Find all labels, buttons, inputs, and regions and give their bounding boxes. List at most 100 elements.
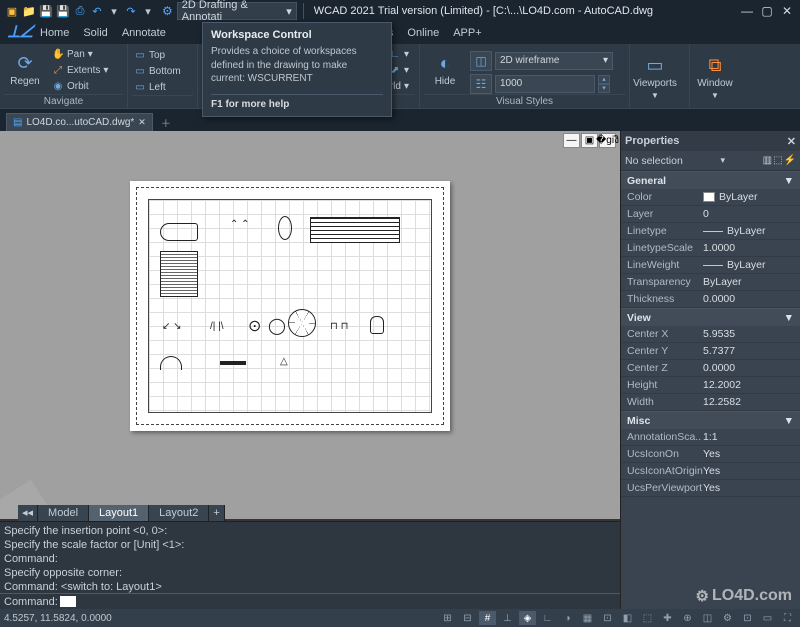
viewports-button[interactable]: ▭ Viewports ▼ bbox=[634, 46, 676, 108]
sink-symbol: ⊙ bbox=[248, 316, 261, 336]
coordinates-readout: 4.5257, 11.5824, 0.0000 bbox=[4, 613, 112, 624]
workspace-dropdown[interactable]: 2D Drafting & Annotati ▾ bbox=[177, 2, 297, 20]
status-btn[interactable]: # bbox=[479, 611, 496, 625]
layout-add[interactable]: + bbox=[209, 505, 224, 521]
status-btn[interactable]: ⊡ bbox=[599, 611, 616, 625]
bottom-icon: ▭ bbox=[134, 66, 146, 77]
app-logo-icon[interactable]: ⟂∠ bbox=[8, 22, 32, 42]
gear-icon: ⚙ bbox=[696, 587, 709, 605]
doc-window-controls: — ▣ �giงิ bbox=[563, 133, 616, 148]
regen-button[interactable]: ⟳ Regen bbox=[4, 46, 46, 94]
vs-value-field[interactable]: 1000 bbox=[495, 75, 595, 93]
open-icon[interactable]: 📁 bbox=[21, 3, 37, 19]
section-general[interactable]: General▼ bbox=[621, 171, 800, 189]
tooltip-help: F1 for more help bbox=[211, 94, 383, 110]
minimize-button[interactable]: — bbox=[738, 3, 756, 19]
visual-style-dropdown[interactable]: 2D wireframe▾ bbox=[495, 52, 613, 70]
close-tab-icon[interactable]: ✕ bbox=[138, 117, 146, 128]
pick-icon[interactable]: ⬚ bbox=[773, 155, 782, 166]
window-button[interactable]: ⧉ Window ▼ bbox=[694, 46, 736, 108]
spin-up[interactable]: ▴ bbox=[598, 75, 610, 84]
bottom-view-button[interactable]: ▭Bottom bbox=[132, 64, 183, 79]
separator bbox=[303, 3, 304, 19]
tab-layout2[interactable]: Layout2 bbox=[149, 505, 209, 521]
cursor bbox=[60, 596, 76, 607]
menu-online[interactable]: Online bbox=[407, 27, 439, 39]
new-icon[interactable]: ▣ bbox=[4, 3, 20, 19]
workspace-gear-icon[interactable]: ⚙ bbox=[162, 4, 173, 18]
undo-icon[interactable]: ↶ bbox=[89, 3, 105, 19]
top-view-button[interactable]: ▭Top bbox=[132, 48, 183, 63]
tab-layout1[interactable]: Layout1 bbox=[89, 505, 149, 521]
canvas-container: — ▣ �giงิ ⌃ ⌃ ↙ ↘ /| |\ ⊙ ◯ ⊓ ⊓ bbox=[0, 131, 620, 609]
ribbon-group-viewports: ▭ Viewports ▼ bbox=[630, 44, 690, 108]
command-input[interactable]: Command: bbox=[0, 593, 620, 609]
section-misc[interactable]: Misc▼ bbox=[621, 411, 800, 429]
status-btn[interactable]: ⚙ bbox=[719, 611, 736, 625]
redo-dd-icon[interactable]: ▾ bbox=[140, 3, 156, 19]
chevron-down-icon: ▾ bbox=[603, 55, 608, 66]
maximize-button[interactable]: ▢ bbox=[758, 3, 776, 19]
arrow-symbol: ↙ ↘ bbox=[162, 321, 182, 332]
status-btn[interactable]: ◫ bbox=[699, 611, 716, 625]
extents-button[interactable]: ⤢Extents ▾ bbox=[50, 63, 110, 78]
flash-icon[interactable]: ⚡ bbox=[784, 155, 796, 166]
doc-minimize[interactable]: — bbox=[563, 133, 580, 148]
group-label-visualstyles: Visual Styles bbox=[424, 94, 625, 108]
status-btn[interactable]: ⬚ bbox=[639, 611, 656, 625]
left-icon: ▭ bbox=[134, 82, 146, 93]
document-tab[interactable]: ▤ LO4D.co...utoCAD.dwg* ✕ bbox=[6, 113, 153, 131]
menu-annotate[interactable]: Annotate bbox=[122, 27, 166, 39]
close-button[interactable]: ✕ bbox=[778, 3, 796, 19]
hide-button[interactable]: ◐ Hide bbox=[424, 46, 466, 94]
status-btn[interactable]: ▭ bbox=[759, 611, 776, 625]
status-btn[interactable]: ✚ bbox=[659, 611, 676, 625]
pan-button[interactable]: ✋Pan ▾ bbox=[50, 47, 110, 62]
orbit-button[interactable]: ◉Orbit bbox=[50, 79, 110, 94]
filter-icon[interactable]: ▥ bbox=[763, 155, 772, 166]
bathtub-symbol bbox=[160, 223, 198, 241]
status-btn[interactable]: ⊕ bbox=[679, 611, 696, 625]
drawing-canvas[interactable]: — ▣ �giงิ ⌃ ⌃ ↙ ↘ /| |\ ⊙ ◯ ⊓ ⊓ bbox=[0, 131, 620, 519]
spin-down[interactable]: ▾ bbox=[598, 84, 610, 93]
plot-icon[interactable]: ⎙ bbox=[72, 3, 88, 19]
status-btn[interactable]: ⛶ bbox=[779, 611, 796, 625]
vs-icon[interactable]: ◫ bbox=[470, 51, 492, 71]
status-btn[interactable]: ◈ bbox=[519, 611, 536, 625]
layout-scroll-left[interactable]: ◂◂ bbox=[18, 505, 38, 521]
menu-bar: ⟂∠ Home Solid Annotate Export Express On… bbox=[0, 22, 800, 44]
spiral-stair-symbol bbox=[288, 309, 316, 337]
tab-model[interactable]: Model bbox=[38, 505, 89, 521]
selection-row[interactable]: No selection ▾ ▥⬚⚡ bbox=[621, 151, 800, 171]
menu-solid[interactable]: Solid bbox=[83, 27, 107, 39]
chevron-down-icon: ▾ bbox=[286, 5, 292, 18]
save-icon[interactable]: 💾 bbox=[38, 3, 54, 19]
add-tab-button[interactable]: ＋ bbox=[157, 113, 175, 131]
layout-tabs: ◂◂ Model Layout1 Layout2 + bbox=[18, 505, 225, 521]
status-btn[interactable]: ⊞ bbox=[439, 611, 456, 625]
redo-icon[interactable]: ↷ bbox=[123, 3, 139, 19]
hide-icon: ◐ bbox=[440, 53, 451, 74]
status-toggles: ⊞ ⊟ # ⊥ ◈ ∟ ◑ ▦ ⊡ ◧ ⬚ ✚ ⊕ ◫ ⚙ ⊡ ▭ ⛶ bbox=[439, 611, 796, 625]
cmd-line: Command: <switch to: Layout1> bbox=[4, 580, 616, 594]
doc-close[interactable]: �giงิ bbox=[599, 133, 616, 148]
status-btn[interactable]: ⊟ bbox=[459, 611, 476, 625]
cmd-line: Specify the insertion point <0, 0>: bbox=[4, 524, 616, 538]
status-btn[interactable]: ⊥ bbox=[499, 611, 516, 625]
panel-close-icon[interactable]: ✕ bbox=[787, 135, 796, 148]
saveas-icon[interactable]: 💾 bbox=[55, 3, 71, 19]
vs-icon-2[interactable]: ☷ bbox=[470, 74, 492, 94]
command-window[interactable]: Specify the insertion point <0, 0>: Spec… bbox=[0, 521, 620, 609]
status-btn[interactable]: ◑ bbox=[559, 611, 576, 625]
menu-app[interactable]: APP+ bbox=[453, 27, 481, 39]
undo-dd-icon[interactable]: ▾ bbox=[106, 3, 122, 19]
status-btn[interactable]: ⊡ bbox=[739, 611, 756, 625]
section-view[interactable]: View▼ bbox=[621, 308, 800, 326]
ribbon-group-visualstyles: ◐ Hide ◫ 2D wireframe▾ ☷ 1000 ▴▾ Visual … bbox=[420, 44, 630, 108]
status-btn[interactable]: ∟ bbox=[539, 611, 556, 625]
menu-home[interactable]: Home bbox=[40, 27, 69, 39]
cmd-line: Specify the scale factor or [Unit] <1>: bbox=[4, 538, 616, 552]
left-view-button[interactable]: ▭Left bbox=[132, 80, 183, 95]
status-btn[interactable]: ◧ bbox=[619, 611, 636, 625]
status-btn[interactable]: ▦ bbox=[579, 611, 596, 625]
